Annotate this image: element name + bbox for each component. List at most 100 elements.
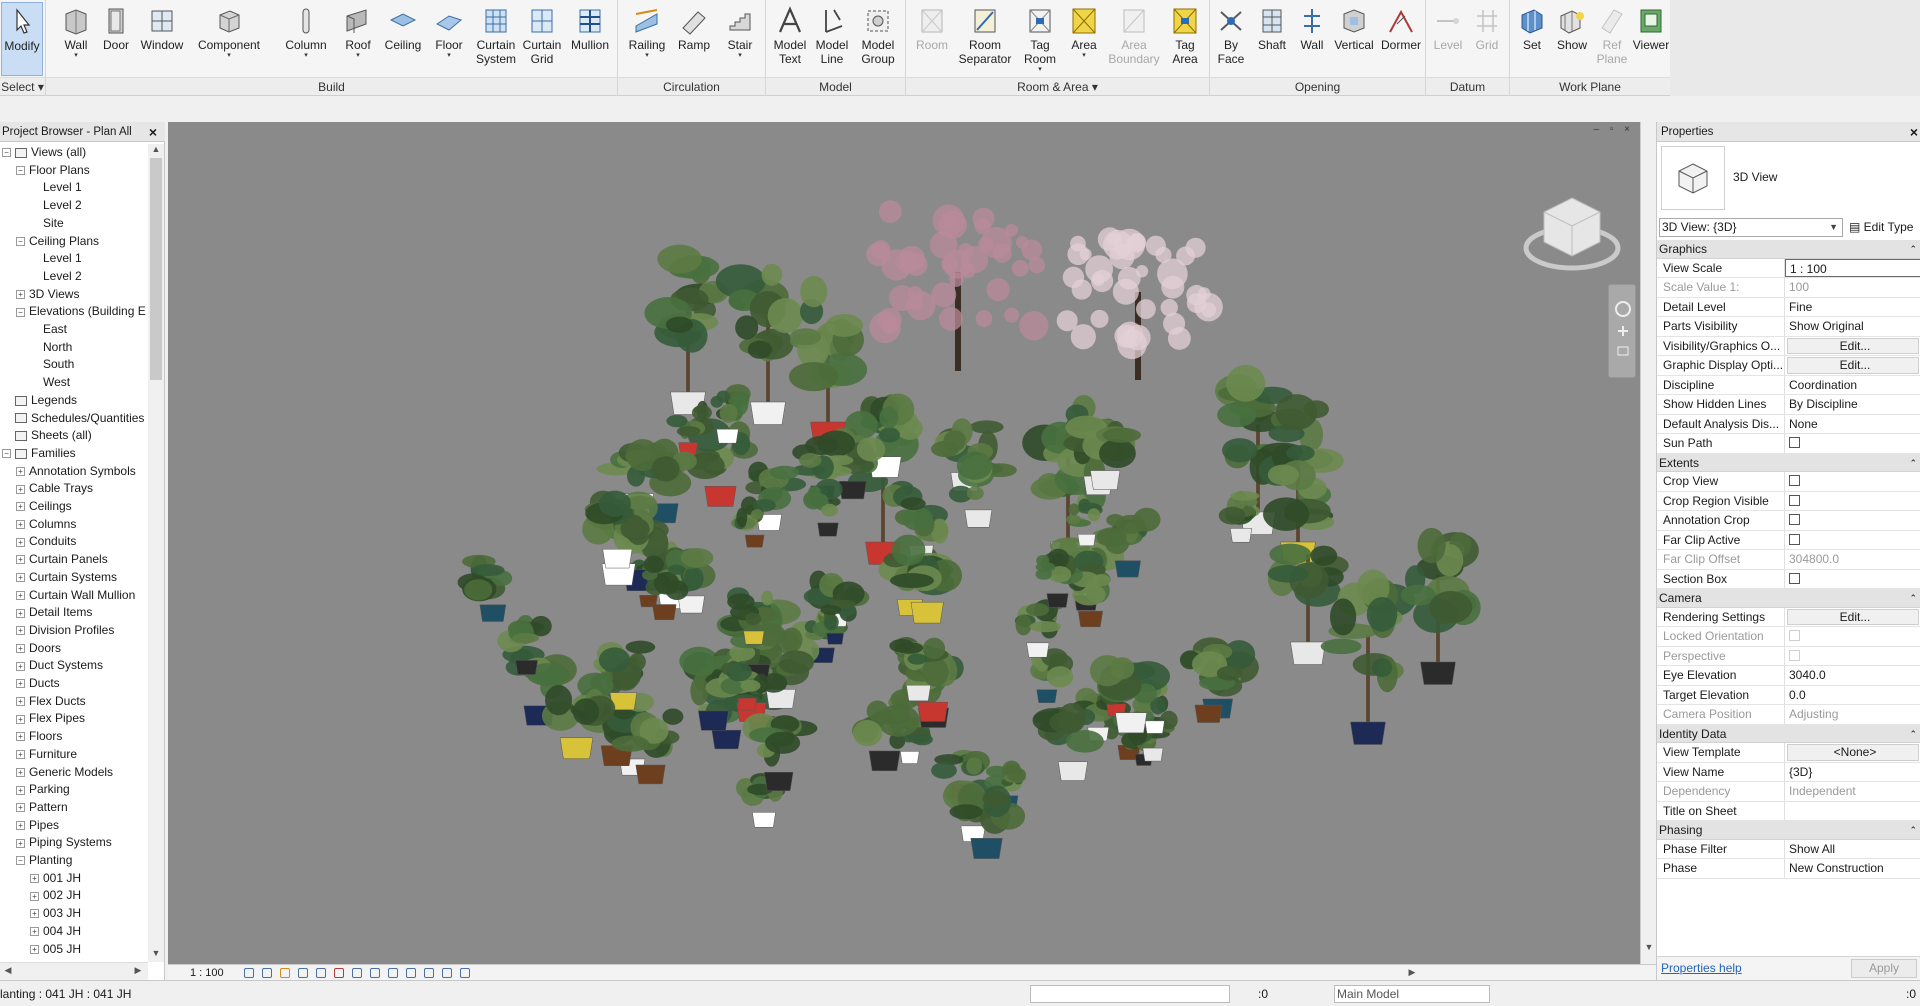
property-group-header[interactable]: Phasing ⌃ (1657, 821, 1920, 840)
browser-item[interactable]: + Furniture (16, 746, 77, 764)
close-icon[interactable]: × (146, 122, 160, 142)
apply-button[interactable]: Apply (1851, 959, 1917, 978)
tag-area-button[interactable]: Tag Area (1164, 2, 1206, 76)
collapse-group-icon[interactable]: ⌃ (1909, 454, 1917, 473)
browser-item[interactable]: − Views (all) (2, 144, 86, 162)
browser-item[interactable]: + Floors (16, 728, 62, 746)
expand-icon[interactable]: + (30, 909, 39, 919)
expand-icon[interactable]: + (30, 874, 39, 884)
property-group-header[interactable]: Graphics ⌃ (1657, 240, 1920, 259)
collapse-group-icon[interactable]: ⌃ (1909, 240, 1917, 259)
browser-item[interactable]: Level 1 (30, 179, 82, 197)
wall-button[interactable]: Wall ▾ (56, 2, 96, 76)
sun-path-icon[interactable] (280, 968, 290, 978)
crop-region-icon[interactable] (352, 968, 362, 978)
browser-item[interactable]: +003 JH (30, 905, 81, 923)
project-browser-horizontal-scrollbar[interactable]: ◀ ▶ (0, 962, 148, 980)
navigation-bar[interactable] (1608, 284, 1636, 378)
property-value[interactable]: Show Original (1785, 317, 1920, 336)
room-separator-button[interactable]: Room Separator (954, 2, 1016, 76)
scroll-down-icon[interactable]: ▼ (148, 948, 164, 958)
collapse-icon[interactable]: − (16, 236, 25, 246)
selection-filter-count[interactable]: :0 (1906, 981, 1916, 1006)
tag-room-button[interactable]: Tag Room ▾ (1018, 2, 1062, 76)
browser-item[interactable]: + Ducts (16, 675, 60, 693)
collapse-group-icon[interactable]: ⌃ (1909, 589, 1917, 608)
expand-icon[interactable]: + (16, 520, 25, 530)
area-boundary-button[interactable]: Area Boundary (1106, 2, 1162, 76)
model-line-button[interactable]: Model Line (812, 2, 852, 76)
close-icon[interactable]: × (1910, 122, 1918, 142)
stair-button[interactable]: Stair ▾ (718, 2, 762, 76)
browser-item[interactable]: + Cable Trays (16, 480, 93, 498)
property-value[interactable]: Coordination (1785, 376, 1920, 395)
design-option-select[interactable]: Main Model (1334, 985, 1490, 1003)
curtain-system-button[interactable]: Curtain System (474, 2, 518, 76)
collapse-icon[interactable]: − (16, 166, 25, 176)
browser-item[interactable]: Level 2 (30, 268, 82, 286)
expand-icon[interactable]: + (16, 714, 25, 724)
scroll-up-icon[interactable]: ▲ (148, 144, 164, 154)
ramp-button[interactable]: Ramp (672, 2, 716, 76)
collapse-icon[interactable]: − (2, 449, 11, 459)
checkbox[interactable] (1789, 514, 1800, 526)
browser-item[interactable]: + Flex Ducts (16, 693, 86, 711)
ref-plane-button[interactable]: Ref Plane (1594, 2, 1630, 76)
shadows-icon[interactable] (298, 968, 308, 978)
expand-icon[interactable]: + (16, 820, 25, 830)
browser-item[interactable]: Sheets (all) (2, 427, 92, 445)
3d-viewport[interactable]: – ▫ × (168, 122, 1640, 964)
door-button[interactable]: Door (98, 2, 134, 76)
curtain-grid-button[interactable]: Curtain Grid (520, 2, 564, 76)
detail-level-icon[interactable] (244, 968, 254, 978)
model-group-button[interactable]: Model Group (854, 2, 902, 76)
edit-button[interactable]: Edit... (1787, 608, 1919, 625)
analytical-model-icon[interactable] (442, 968, 452, 978)
browser-item[interactable]: + Division Profiles (16, 622, 114, 640)
property-group-header[interactable]: Identity Data ⌃ (1657, 724, 1920, 743)
browser-item[interactable]: + Annotation Symbols (16, 463, 136, 481)
view-scale-button[interactable]: 1 : 100 (190, 965, 224, 981)
property-value[interactable]: Fine (1785, 298, 1920, 317)
instance-selector[interactable]: 3D View: {3D} ▼ (1659, 218, 1843, 237)
show-workplane-button[interactable]: Show (1552, 2, 1592, 76)
workset-combo[interactable] (1030, 985, 1230, 1003)
expand-icon[interactable]: + (16, 626, 25, 636)
browser-item[interactable]: Schedules/Quantities (2, 410, 144, 428)
scroll-right-icon[interactable]: ▶ (1404, 967, 1420, 978)
viewer-button[interactable]: Viewer (1632, 2, 1670, 76)
browser-item[interactable]: + Generic Models (16, 764, 113, 782)
browser-item[interactable]: Level 2 (30, 197, 82, 215)
edit-button[interactable]: <None> (1787, 744, 1919, 761)
window-button[interactable]: Window (136, 2, 188, 76)
browser-item[interactable]: + Curtain Panels (16, 551, 108, 569)
expand-icon[interactable]: + (16, 803, 25, 813)
crop-view-icon[interactable] (334, 968, 344, 978)
wall-opening-button[interactable]: Wall (1294, 2, 1330, 76)
browser-item[interactable]: − Floor Plans (16, 162, 90, 180)
browser-item[interactable]: Site (30, 215, 64, 233)
browser-item[interactable]: + Columns (16, 516, 76, 534)
browser-item[interactable]: North (30, 339, 72, 357)
railing-button[interactable]: Railing ▾ (624, 2, 670, 76)
browser-item[interactable]: East (30, 321, 67, 339)
mullion-button[interactable]: Mullion (566, 2, 614, 76)
panel-label-room-area[interactable]: Room & Area ▾ (906, 77, 1209, 95)
expand-icon[interactable]: + (16, 679, 25, 689)
browser-item[interactable]: +3D Views (16, 286, 79, 304)
browser-item[interactable]: + Parking (16, 781, 70, 799)
browser-item[interactable]: +001 JH (30, 870, 81, 888)
collapse-group-icon[interactable]: ⌃ (1909, 821, 1917, 840)
column-button[interactable]: Column ▾ (278, 2, 334, 76)
vertical-opening-button[interactable]: Vertical (1332, 2, 1376, 76)
edit-button[interactable]: Edit... (1787, 337, 1919, 354)
browser-item[interactable]: − Elevations (Building E (16, 303, 146, 321)
expand-icon[interactable]: + (16, 661, 25, 671)
browser-item[interactable]: + Pattern (16, 799, 68, 817)
expand-icon[interactable]: + (16, 697, 25, 707)
property-group-header[interactable]: Camera ⌃ (1657, 589, 1920, 608)
reveal-hidden-icon[interactable] (406, 968, 416, 978)
property-value[interactable]: 0.0 (1785, 686, 1920, 705)
expand-icon[interactable]: + (16, 643, 25, 653)
collapse-icon[interactable]: − (16, 307, 25, 317)
